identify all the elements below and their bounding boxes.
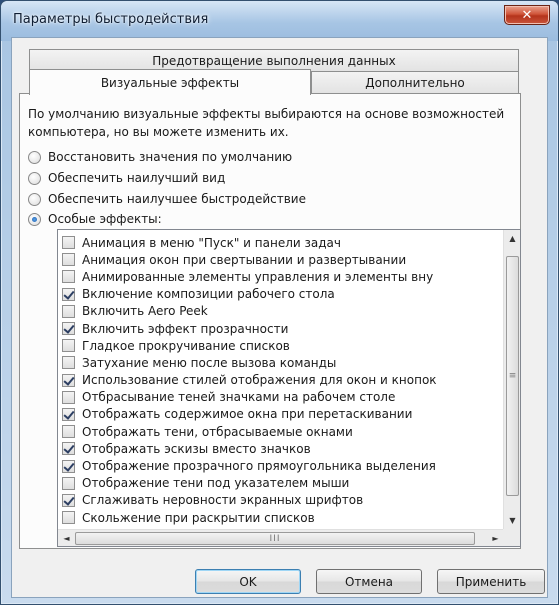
effect-label: Анимация окон при свертывании и разверты… <box>82 252 407 267</box>
effect-list-item[interactable]: Отображать содержимое окна при перетаски… <box>58 406 504 423</box>
effect-label: Скольжение при раскрытии списков <box>82 510 315 525</box>
radio-restore-defaults[interactable]: Восстановить значения по умолчанию <box>28 148 292 166</box>
grip-icon: III <box>269 533 281 544</box>
effect-list-item[interactable]: Отображать тени, отбрасываемые окнами <box>58 423 504 440</box>
radio-label: Восстановить значения по умолчанию <box>48 150 293 164</box>
tab-advanced[interactable]: Дополнительно <box>311 71 519 93</box>
effect-list-item[interactable]: Отображать эскизы вместо значков <box>58 440 504 457</box>
radio-label: Обеспечить наилучший вид <box>48 171 226 185</box>
effect-label: Отображать эскизы вместо значков <box>82 441 311 456</box>
effect-list-item[interactable]: Использование стилей отображения для око… <box>58 372 504 389</box>
checkbox[interactable] <box>62 339 75 353</box>
effect-label: Отображение тени под указателем мыши <box>82 476 350 491</box>
effect-label: Анимация в меню "Пуск" и панели задач <box>82 235 341 250</box>
radio-best-performance[interactable]: Обеспечить наилучшее быстродействие <box>28 190 306 208</box>
chevron-up-icon: ▲ <box>509 234 516 243</box>
close-icon: ✕ <box>521 7 533 23</box>
apply-button[interactable]: Применить <box>437 569 545 594</box>
checkbox-checked[interactable] <box>62 287 75 301</box>
effect-list-item[interactable]: Отображение прозрачного прямоугольника в… <box>58 457 504 474</box>
effect-list-item[interactable]: Анимация в меню "Пуск" и панели задач <box>58 234 504 251</box>
effect-label: Сглаживать неровности экранных шрифтов <box>82 493 364 508</box>
horizontal-scroll-thumb[interactable]: III <box>75 532 475 545</box>
effect-label: Отображение прозрачного прямоугольника в… <box>82 459 436 474</box>
checkbox[interactable] <box>62 270 75 284</box>
title-bar[interactable]: Параметры быстродействия ✕ <box>1 1 558 41</box>
checkbox[interactable] <box>62 356 75 370</box>
performance-options-window: Параметры быстродействия ✕ Предотвращени… <box>0 0 559 605</box>
window-title: Параметры быстродействия <box>13 12 209 27</box>
effect-label: Использование стилей отображения для око… <box>82 373 437 388</box>
effect-label: Отображать содержимое окна при перетаски… <box>82 407 413 422</box>
chevron-left-icon: ◄ <box>63 534 70 543</box>
horizontal-scrollbar[interactable]: ◄ III ► <box>58 529 504 546</box>
checkbox-checked[interactable] <box>62 459 75 473</box>
radio-label: Особые эффекты: <box>48 212 162 226</box>
effect-label: Отбрасывание теней значками на рабочем с… <box>82 390 396 405</box>
effect-list-item[interactable]: Гладкое прокручивание списков <box>58 337 504 354</box>
checkbox-checked[interactable] <box>62 373 75 387</box>
checkbox[interactable] <box>62 236 75 250</box>
checkbox-checked[interactable] <box>62 442 75 456</box>
effect-list-item[interactable]: Затухание меню после вызова команды <box>58 354 504 371</box>
chevron-right-icon: ► <box>492 534 499 543</box>
cancel-button[interactable]: Отмена <box>316 569 422 594</box>
radio-button[interactable] <box>28 192 41 206</box>
effect-list-item[interactable]: Анимация окон при свертывании и разверты… <box>58 251 504 268</box>
radio-label: Обеспечить наилучшее быстродействие <box>48 192 306 206</box>
radio-button[interactable] <box>28 150 41 164</box>
scrollbar-corner <box>503 529 520 546</box>
effect-list-item[interactable]: Скольжение при раскрытии списков <box>58 509 504 526</box>
effect-label: Отображать тени, отбрасываемые окнами <box>82 424 353 439</box>
scroll-right-button[interactable]: ► <box>487 530 504 546</box>
checkbox-checked[interactable] <box>62 493 75 507</box>
effect-label: Гладкое прокручивание списков <box>82 338 290 353</box>
tab-visual-effects[interactable]: Визуальные эффекты <box>29 69 311 95</box>
radio-best-appearance[interactable]: Обеспечить наилучший вид <box>28 169 225 187</box>
effect-list-item[interactable]: Включить Aero Peek <box>58 303 504 320</box>
effect-list-item[interactable]: Включение композиции рабочего стола <box>58 286 504 303</box>
checkbox[interactable] <box>62 390 75 404</box>
scroll-down-button[interactable]: ▼ <box>504 512 520 529</box>
effect-label: Затухание меню после вызова команды <box>82 355 337 370</box>
scroll-left-button[interactable]: ◄ <box>58 530 75 546</box>
effect-list-item[interactable]: Сглаживать неровности экранных шрифтов <box>58 492 504 509</box>
radio-custom[interactable]: Особые эффекты: <box>28 210 162 228</box>
checkbox-checked[interactable] <box>62 322 75 336</box>
ok-button[interactable]: OK <box>195 569 301 594</box>
checkbox[interactable] <box>62 476 75 490</box>
radio-button-selected[interactable] <box>28 212 41 226</box>
checkbox[interactable] <box>62 304 75 318</box>
close-button[interactable]: ✕ <box>504 5 550 25</box>
effect-label: Включить Aero Peek <box>82 304 208 319</box>
effect-label: Включить эффект прозрачности <box>82 321 289 336</box>
effect-list-item[interactable]: Отбрасывание теней значками на рабочем с… <box>58 389 504 406</box>
effect-list-item[interactable]: Включить эффект прозрачности <box>58 320 504 337</box>
scroll-up-button[interactable]: ▲ <box>504 230 520 247</box>
effect-list-item[interactable]: Анимированные элементы управления и элем… <box>58 268 504 285</box>
description-text: По умолчанию визуальные эффекты выбирают… <box>28 107 505 139</box>
checkbox[interactable] <box>62 425 75 439</box>
checkbox[interactable] <box>62 511 75 525</box>
tab-dep[interactable]: Предотвращение выполнения данных <box>29 49 519 71</box>
vertical-scrollbar[interactable]: ▲ ≡ ▼ <box>503 230 520 529</box>
effects-list[interactable]: Анимация в меню "Пуск" и панели задач Ани… <box>57 229 521 547</box>
checkbox-checked[interactable] <box>62 407 75 421</box>
effects-items: Анимация в меню "Пуск" и панели задач Ани… <box>58 234 504 526</box>
radio-button[interactable] <box>28 171 41 185</box>
grip-icon: ≡ <box>508 371 517 381</box>
vertical-scroll-thumb[interactable]: ≡ <box>506 256 519 496</box>
checkbox[interactable] <box>62 253 75 267</box>
effect-list-item[interactable]: Отображение тени под указателем мыши <box>58 475 504 492</box>
effect-label: Включение композиции рабочего стола <box>82 287 335 302</box>
effect-label: Анимированные элементы управления и элем… <box>82 269 434 284</box>
chevron-down-icon: ▼ <box>509 516 516 525</box>
